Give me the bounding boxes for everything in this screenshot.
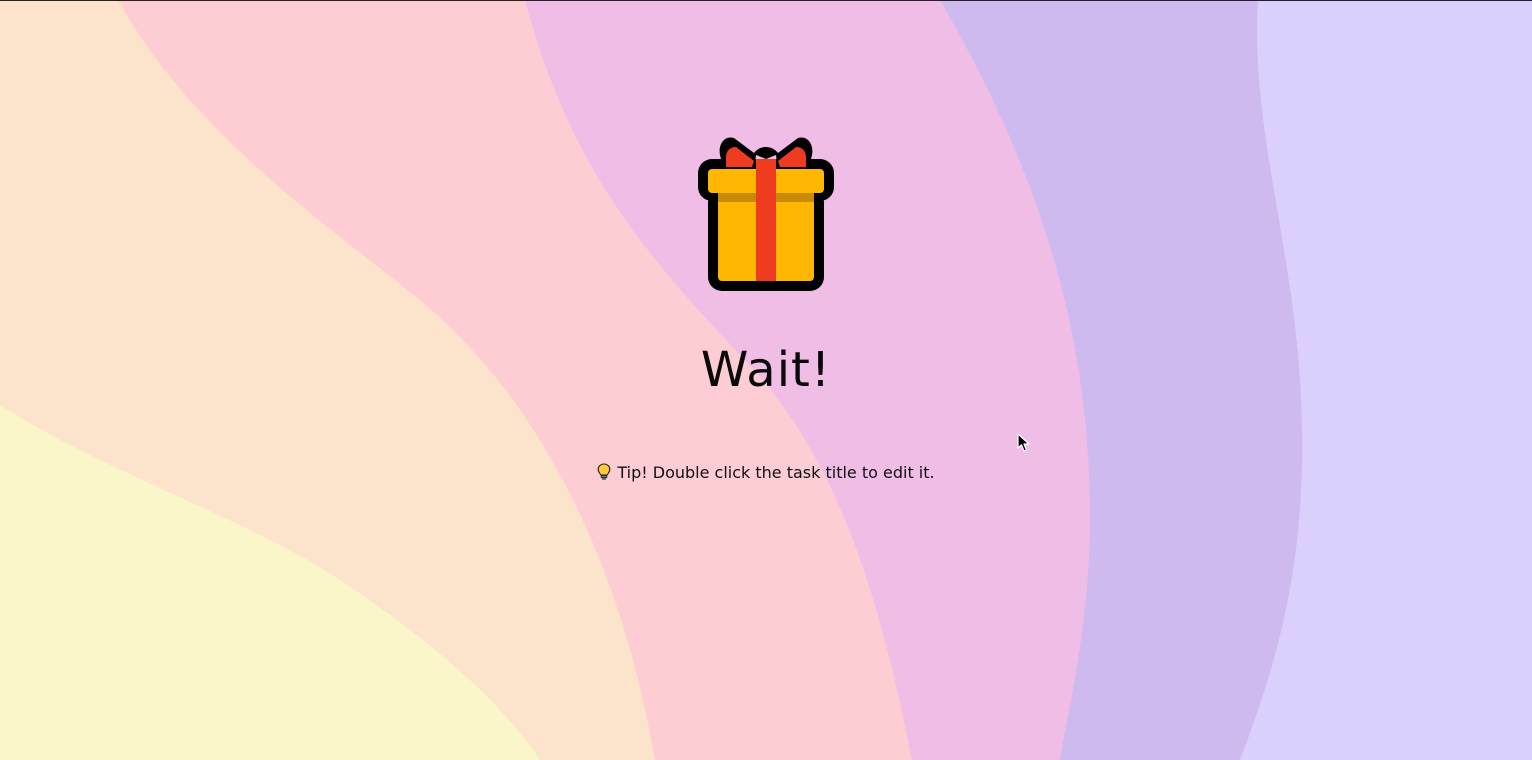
page-title: Wait! [700,342,832,398]
main-content: Wait! Tip! Double click the task title t… [0,0,1532,760]
lightbulb-icon [598,463,611,480]
gift-icon [698,137,834,291]
tip-message: Tip! Double click the task title to edit… [0,461,1532,485]
tip-text: Tip! Double click the task title to edit… [617,463,935,482]
mouse-cursor-icon [1017,433,1030,452]
waiting-screen: Wait! Tip! Double click the task title t… [0,0,1532,760]
